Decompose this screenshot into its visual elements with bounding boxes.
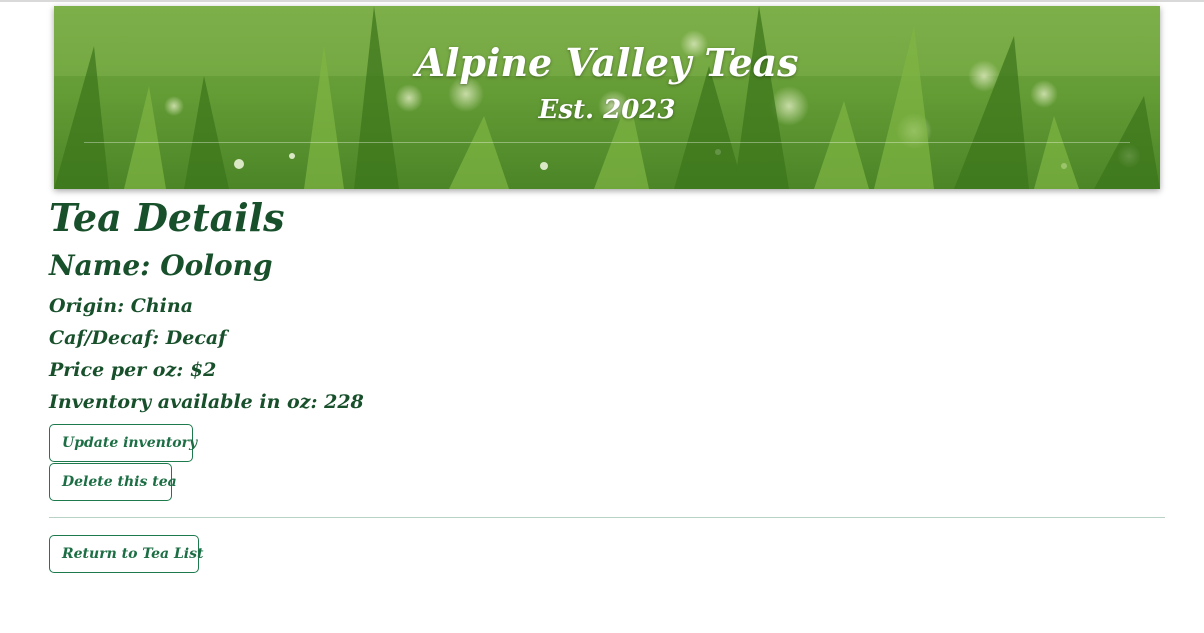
section-divider <box>49 517 1165 518</box>
top-border <box>0 0 1204 2</box>
tea-inventory: Inventory available in oz: 228 <box>49 391 364 413</box>
header-divider <box>84 142 1130 143</box>
delete-tea-button[interactable]: Delete this tea <box>49 463 177 501</box>
page-title: Tea Details <box>49 195 285 240</box>
return-to-tea-list-button[interactable]: Return to Tea List <box>49 535 203 573</box>
tea-caf-decaf: Caf/Decaf: Decaf <box>49 327 227 349</box>
tea-price: Price per oz: $2 <box>49 359 217 381</box>
update-inventory-button[interactable]: Update inventory <box>49 424 197 462</box>
tea-details-section: Tea Details Name: Oolong Origin: China C… <box>49 190 1165 573</box>
header-banner: Alpine Valley Teas Est. 2023 <box>54 6 1160 189</box>
site-title: Alpine Valley Teas <box>415 40 799 85</box>
tea-name: Name: Oolong <box>49 249 273 282</box>
site-subtitle: Est. 2023 <box>538 95 676 125</box>
tea-origin: Origin: China <box>49 295 194 317</box>
